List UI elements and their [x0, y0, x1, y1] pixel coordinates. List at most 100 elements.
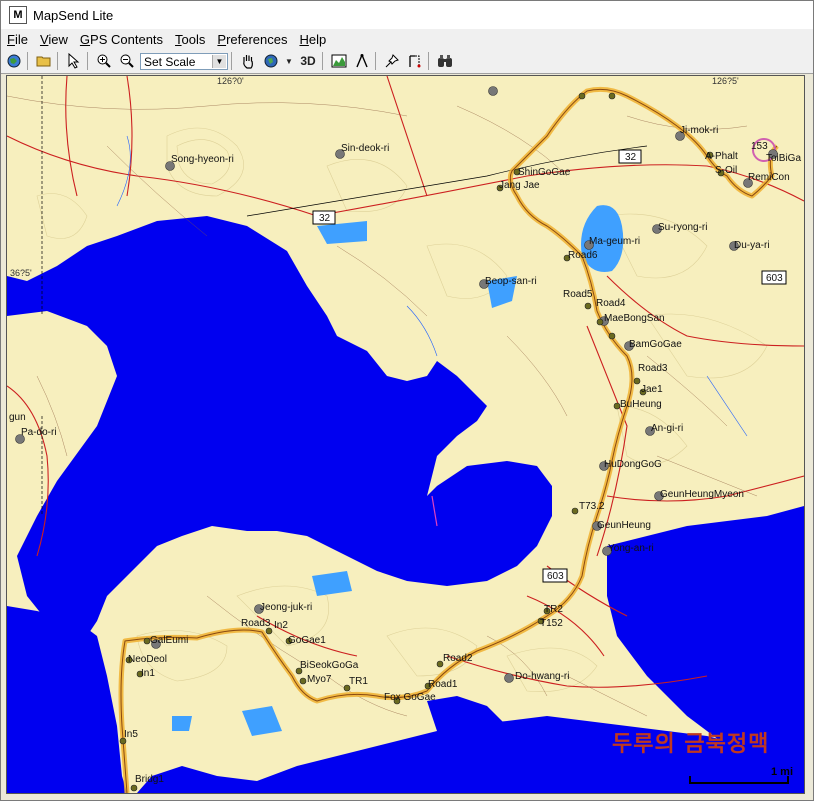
place-label[interactable]: Sin-deok-ri — [341, 143, 389, 154]
toolbar-separator — [231, 52, 232, 70]
place-label[interactable]: Yong-an-ri — [608, 543, 654, 554]
place-label[interactable]: In5 — [124, 729, 138, 740]
map-graphic — [7, 76, 804, 793]
place-label[interactable]: gun — [9, 412, 26, 423]
measure-button[interactable] — [352, 51, 372, 71]
toolbar-separator — [375, 52, 376, 70]
place-label[interactable]: MaeBongSan — [604, 313, 665, 324]
place-label[interactable]: RemiCon — [748, 172, 790, 183]
profile-chart-icon — [331, 54, 347, 68]
place-label[interactable]: 153 — [751, 141, 768, 152]
window-title: MapSend Lite — [33, 7, 114, 23]
place-label[interactable]: ShinGoGae — [518, 167, 570, 178]
place-label[interactable]: Jeong-juk-ri — [260, 602, 312, 613]
place-label[interactable]: GalEumi — [150, 635, 188, 646]
app-window: M MapSend Lite File View GPS Contents To… — [0, 0, 814, 801]
place-label[interactable]: In1 — [141, 668, 155, 679]
app-icon: M — [9, 6, 27, 24]
place-label[interactable]: T152 — [540, 618, 563, 629]
title-bar: M MapSend Lite — [1, 1, 813, 29]
place-label[interactable]: BuHeung — [620, 399, 662, 410]
place-label[interactable]: In2 — [274, 620, 288, 631]
road-shield-32: 32 — [319, 213, 331, 224]
globe-settings-icon — [264, 54, 278, 68]
view-3d-button[interactable]: 3D — [297, 51, 319, 71]
road-shield-603: 603 — [766, 273, 783, 284]
place-label[interactable]: A-Phalt — [705, 151, 738, 162]
map-canvas[interactable]: 126?0' 126?5' 36?5' 32 32 603 603 Sin-de… — [6, 75, 805, 794]
menu-view[interactable]: View — [34, 32, 74, 47]
waypoint-tool-button[interactable] — [382, 51, 402, 71]
menu-bar: File View GPS Contents Tools Preferences… — [1, 29, 813, 49]
place-label[interactable]: Beop-san-ri — [485, 276, 537, 287]
place-label[interactable]: An-gi-ri — [651, 423, 683, 434]
place-label[interactable]: GeunHeung — [597, 520, 651, 531]
scale-bar-label: 1 mi — [771, 766, 794, 778]
menu-preferences[interactable]: Preferences — [211, 32, 293, 47]
place-label[interactable]: NeoDeol — [128, 654, 167, 665]
connect-gps-button[interactable] — [4, 51, 24, 71]
place-label[interactable]: Du-ya-ri — [734, 240, 770, 251]
place-label[interactable]: Road1 — [428, 679, 457, 690]
elevation-profile-button[interactable] — [329, 51, 349, 71]
zoom-out-button[interactable] — [117, 51, 137, 71]
zoom-in-icon — [97, 54, 111, 68]
map-detail-dropdown[interactable]: ▼ — [284, 51, 294, 71]
chevron-down-icon[interactable]: ▼ — [212, 54, 226, 68]
place-label[interactable]: Bridg1 — [135, 774, 164, 785]
open-button[interactable] — [34, 51, 54, 71]
place-label[interactable]: Song-hyeon-ri — [171, 154, 234, 165]
toolbar: Set Scale ▼ ▼ 3D — [1, 49, 813, 74]
place-label[interactable]: S-Oil — [715, 165, 737, 176]
toolbar-separator — [27, 52, 28, 70]
place-label[interactable]: Do-hwang-ri — [515, 671, 569, 682]
watermark-text: 두루의 금북정맥 — [612, 732, 770, 757]
road-shield-32: 32 — [625, 152, 637, 163]
place-label[interactable]: Pa-do-ri — [21, 427, 57, 438]
menu-tools[interactable]: Tools — [169, 32, 211, 47]
find-button[interactable] — [435, 51, 455, 71]
menu-gps-contents[interactable]: GPS Contents — [74, 32, 169, 47]
folder-open-icon — [36, 56, 51, 67]
place-label[interactable]: BamGoGae — [629, 339, 682, 350]
place-label[interactable]: Ma-geum-ri — [589, 236, 640, 247]
place-label[interactable]: Jang Jae — [499, 180, 540, 191]
place-label[interactable]: Road6 — [568, 250, 597, 261]
toolbar-separator — [322, 52, 323, 70]
route-flag-icon — [409, 55, 421, 68]
place-label[interactable]: TR1 — [349, 676, 368, 687]
coord-left: 36?5' — [10, 268, 32, 278]
place-label[interactable]: Road4 — [596, 298, 625, 309]
menu-file[interactable]: File — [1, 32, 34, 47]
place-label[interactable]: Road3 — [638, 363, 667, 374]
scale-bar-line — [689, 782, 789, 784]
globe-icon — [7, 54, 21, 68]
place-label[interactable]: ToiBiGa — [766, 153, 801, 164]
pan-tool-button[interactable] — [238, 51, 258, 71]
place-label[interactable]: Fox GoGae — [384, 692, 436, 703]
scale-select[interactable]: Set Scale ▼ — [140, 52, 228, 70]
place-label[interactable]: TR2 — [544, 604, 563, 615]
place-label[interactable]: Ji-mok-ri — [680, 125, 718, 136]
place-label[interactable]: HuDongGoG — [604, 459, 662, 470]
place-label[interactable]: Myo7 — [307, 674, 331, 685]
toolbar-separator — [87, 52, 88, 70]
place-label[interactable]: Su-ryong-ri — [658, 222, 707, 233]
zoom-in-button[interactable] — [94, 51, 114, 71]
place-label[interactable]: Jae1 — [641, 384, 663, 395]
place-label[interactable]: BiSeokGoGa — [300, 660, 358, 671]
route-tool-button[interactable] — [405, 51, 425, 71]
select-tool-button[interactable] — [64, 51, 84, 71]
place-label[interactable]: Road5 — [563, 289, 592, 300]
place-label[interactable]: Road2 — [443, 653, 472, 664]
toolbar-separator — [57, 52, 58, 70]
zoom-out-icon — [120, 54, 134, 68]
place-label[interactable]: GeunHeungMyeon — [660, 489, 744, 500]
place-label[interactable]: GoGae1 — [288, 635, 326, 646]
place-label[interactable]: T73.2 — [579, 501, 605, 512]
map-detail-button[interactable] — [261, 51, 281, 71]
road-shield-603: 603 — [547, 571, 564, 582]
place-label[interactable]: Road3 — [241, 618, 270, 629]
menu-help[interactable]: Help — [294, 32, 333, 47]
compass-icon — [356, 54, 368, 68]
